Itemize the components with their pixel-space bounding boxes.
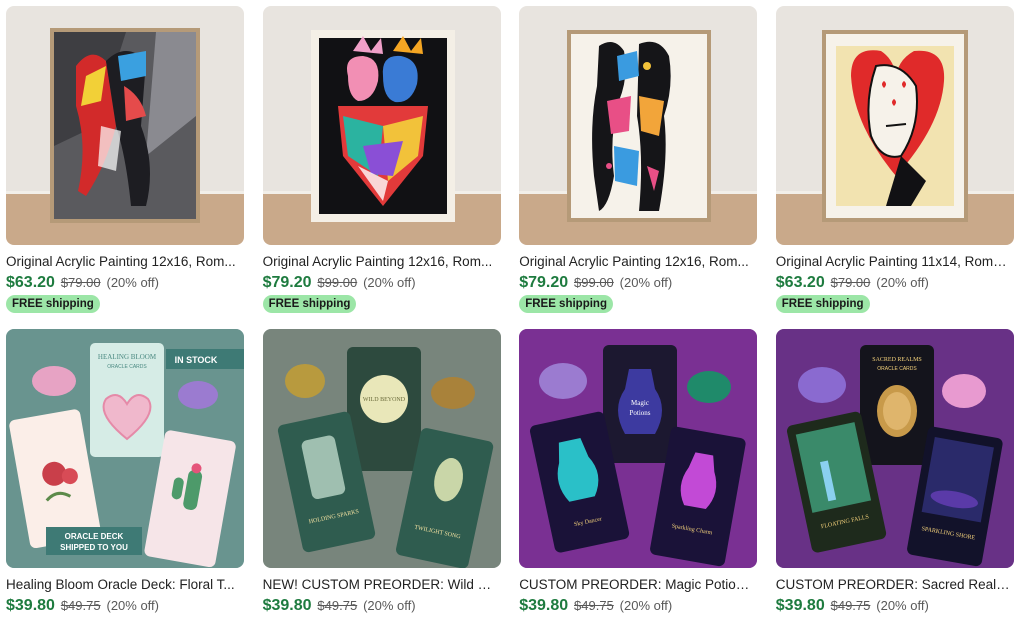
listing-title[interactable]: CUSTOM PREORDER: Magic Potions ...: [519, 577, 755, 593]
price-line: $79.20 $99.00 (20% off): [519, 273, 757, 292]
original-price: $49.75: [574, 598, 614, 613]
original-price: $49.75: [830, 598, 871, 613]
oracle-deck-wild-beyond-image: WILD BEYOND HOLDING SPARKS TWILIGHT SONG: [262, 329, 501, 568]
discount-percent: (20% off): [619, 598, 673, 613]
listing-grid: Original Acrylic Painting 12x16, Rom... …: [6, 6, 1014, 619]
price-line: $63.20 $79.00 (20% off): [776, 273, 1014, 292]
deck-name-1: Magic: [631, 399, 649, 407]
listing-card[interactable]: SACRED REALMS ORACLE CARDS FLOATING FALL…: [775, 329, 1014, 619]
painting-dancing-couple-image: [6, 6, 244, 245]
sale-price: $63.20: [6, 274, 55, 291]
original-price: $79.00: [60, 275, 101, 290]
listing-card[interactable]: Original Acrylic Painting 12x16, Rom... …: [6, 6, 244, 329]
price-line: $39.80 $49.75 (20% off): [519, 596, 757, 615]
discount-percent: (20% off): [619, 275, 673, 290]
original-price: $79.00: [830, 275, 871, 290]
original-price: $49.75: [317, 598, 358, 613]
deck-name-2: ORACLE CARDS: [877, 366, 917, 372]
free-shipping-badge: FREE shipping: [6, 295, 100, 313]
listing-card[interactable]: WILD BEYOND HOLDING SPARKS TWILIGHT SONG…: [262, 329, 501, 619]
oracle-deck-magic-potions-image: Magic Potions Sky Dancer Sparkling Charm: [519, 329, 758, 568]
sale-price: $63.20: [775, 274, 825, 291]
deck-name-2: Potions: [630, 409, 651, 417]
banner-line-1: ORACLE DECK: [65, 532, 124, 541]
price-line: $79.20 $99.00 (20% off): [263, 273, 501, 292]
discount-percent: (20% off): [363, 275, 416, 290]
listing-title[interactable]: Healing Bloom Oracle Deck: Floral T...: [6, 577, 242, 593]
listing-card[interactable]: Original Acrylic Painting 12x16, Rom... …: [262, 6, 501, 329]
listing-image[interactable]: [6, 6, 244, 245]
discount-percent: (20% off): [876, 598, 929, 613]
listing-image[interactable]: [519, 6, 758, 245]
deck-name: WILD BEYOND: [363, 397, 406, 403]
listing-title[interactable]: Original Acrylic Painting 12x16, Rom...: [519, 254, 755, 270]
free-shipping-badge: FREE shipping: [775, 295, 870, 313]
listing-image[interactable]: [262, 6, 501, 245]
free-shipping-badge: FREE shipping: [262, 295, 357, 313]
painting-embracing-couple-image: [262, 6, 501, 245]
discount-percent: (20% off): [106, 598, 159, 613]
sale-price: $39.80: [775, 597, 825, 614]
sale-price: $39.80: [519, 597, 569, 614]
listing-card[interactable]: Original Acrylic Painting 12x16, Rom... …: [519, 6, 758, 329]
listing-card[interactable]: Original Acrylic Painting 11x14, Roma...…: [775, 6, 1014, 329]
listing-title[interactable]: NEW! CUSTOM PREORDER: Wild Bey...: [263, 577, 499, 593]
sale-price: $39.80: [6, 597, 55, 614]
listing-card[interactable]: IN STOCK HEALING BLOOM ORACLE CARDS ORAC…: [6, 329, 244, 619]
discount-percent: (20% off): [106, 275, 159, 290]
price-line: $39.80 $49.75 (20% off): [263, 596, 501, 615]
listing-title[interactable]: CUSTOM PREORDER: Sacred Realms...: [776, 577, 1012, 593]
oracle-deck-healing-bloom-image: IN STOCK HEALING BLOOM ORACLE CARDS ORAC…: [6, 329, 244, 568]
banner-line-2: SHIPPED TO YOU: [60, 543, 128, 552]
listing-title[interactable]: Original Acrylic Painting 12x16, Rom...: [6, 254, 242, 270]
deck-name-2: ORACLE CARDS: [107, 364, 147, 370]
price-line: $63.20 $79.00 (20% off): [6, 273, 244, 292]
discount-percent: (20% off): [363, 598, 416, 613]
price-line: $39.80 $49.75 (20% off): [6, 596, 244, 615]
oracle-deck-sacred-realms-image: SACRED REALMS ORACLE CARDS FLOATING FALL…: [775, 329, 1014, 568]
listing-image[interactable]: WILD BEYOND HOLDING SPARKS TWILIGHT SONG: [262, 329, 501, 568]
sale-price: $39.80: [262, 597, 312, 614]
listing-card[interactable]: Magic Potions Sky Dancer Sparkling Charm…: [519, 329, 758, 619]
listing-image[interactable]: IN STOCK HEALING BLOOM ORACLE CARDS ORAC…: [6, 329, 244, 568]
listing-title[interactable]: Original Acrylic Painting 12x16, Rom...: [263, 254, 499, 270]
painting-kissing-couple-image: [519, 6, 758, 245]
sale-price: $79.20: [519, 274, 569, 291]
listing-title[interactable]: Original Acrylic Painting 11x14, Roma...: [776, 254, 1012, 270]
original-price: $99.00: [574, 275, 614, 290]
original-price: $99.00: [317, 275, 358, 290]
sale-price: $79.20: [262, 274, 312, 291]
deck-name-1: HEALING BLOOM: [98, 353, 157, 361]
discount-percent: (20% off): [876, 275, 929, 290]
original-price: $49.75: [60, 598, 101, 613]
deck-name-1: SACRED REALMS: [872, 357, 922, 363]
price-line: $39.80 $49.75 (20% off): [776, 596, 1014, 615]
painting-face-heart-image: [775, 6, 1014, 245]
free-shipping-badge: FREE shipping: [519, 295, 613, 313]
in-stock-text: IN STOCK: [175, 355, 218, 365]
listing-image[interactable]: SACRED REALMS ORACLE CARDS FLOATING FALL…: [775, 329, 1014, 568]
listing-image[interactable]: Magic Potions Sky Dancer Sparkling Charm: [519, 329, 758, 568]
listing-image[interactable]: [775, 6, 1014, 245]
